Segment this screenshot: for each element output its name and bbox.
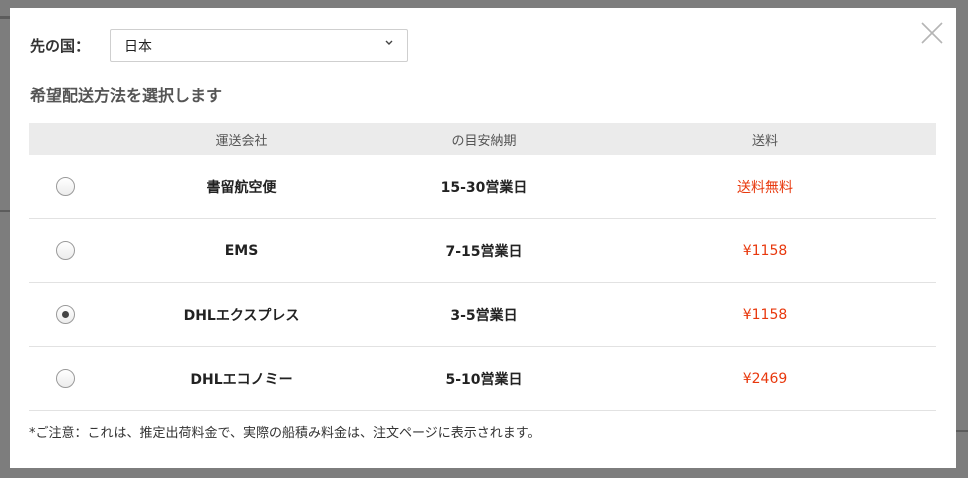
radio-cell [29,177,109,196]
carrier-name: 書留航空便 [206,179,277,196]
radio-button[interactable] [55,241,75,260]
radio-button[interactable] [55,369,75,388]
header-fee: 送料 [751,133,778,149]
header-delivery-time: の目安納期 [451,133,517,149]
shipping-fee: ¥2469 [742,370,788,387]
radio-cell [29,305,109,324]
table-row[interactable]: DHLエコノミー 5-10営業日 ¥2469 [29,347,936,411]
destination-select[interactable]: 日本 [110,29,408,62]
table-header: 運送会社 の目安納期 送料 [29,123,936,155]
shipping-fee: 送料無料 [737,179,793,196]
shipping-note: *ご注意：これは、推定出荷料金で、実際の船積み料金は、注文ページに表示されます。 [29,426,541,441]
radio-cell [29,369,109,388]
delivery-time: 5-10営業日 [445,371,523,388]
delivery-time: 7-15営業日 [445,243,523,260]
carrier-name: DHLエコノミー [190,371,293,388]
table-row[interactable]: 書留航空便 15-30営業日 送料無料 [29,155,936,219]
delivery-time: 3-5営業日 [450,307,518,324]
destination-selected-value: 日本 [124,38,152,55]
shipping-fee: ¥1158 [742,242,788,259]
section-heading: 希望配送方法を選択します [30,86,223,105]
carrier-name: DHLエクスプレス [183,307,300,324]
shipping-fee: ¥1158 [742,306,788,323]
destination-row: 先の国： 日本 [30,28,408,63]
shipping-table: 運送会社 の目安納期 送料 書留航空便 15-30営業日 送料無料 EMS 7-… [29,123,936,411]
chevron-down-icon [385,40,393,45]
close-icon [921,22,943,44]
close-button[interactable] [920,21,944,45]
background-artifact [956,430,968,432]
radio-button[interactable] [55,177,75,196]
background-artifact [0,210,10,212]
carrier-name: EMS [224,242,259,259]
radio-button-selected[interactable] [55,305,75,324]
background-artifact [0,16,10,19]
delivery-time: 15-30営業日 [440,179,528,196]
shipping-method-modal: 先の国： 日本 希望配送方法を選択します 運送会社 の目安納期 送料 書留航空便… [10,8,956,468]
radio-dot [61,311,69,318]
table-row[interactable]: EMS 7-15営業日 ¥1158 [29,219,936,283]
table-row[interactable]: DHLエクスプレス 3-5営業日 ¥1158 [29,283,936,347]
destination-label: 先の国： [30,37,91,55]
radio-cell [29,241,109,260]
header-carrier: 運送会社 [215,133,268,149]
